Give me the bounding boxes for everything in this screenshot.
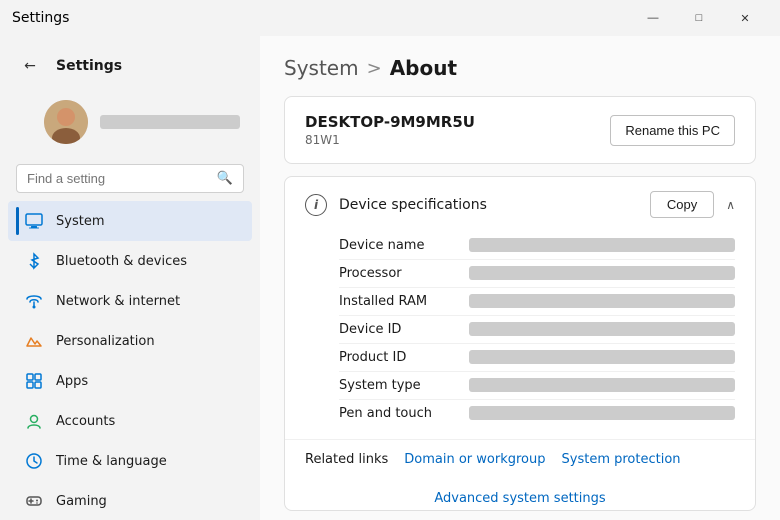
rename-pc-button[interactable]: Rename this PC [610, 115, 735, 146]
sidebar-item-system[interactable]: System [8, 201, 252, 241]
search-icon: 🔍 [217, 171, 233, 186]
titlebar-controls: — □ ✕ [630, 2, 768, 34]
table-row: System type [339, 371, 735, 399]
sidebar-item-apps[interactable]: Apps [8, 361, 252, 401]
sidebar-item-system-label: System [56, 214, 104, 229]
table-row: Pen and touch [339, 399, 735, 427]
network-icon [24, 291, 44, 311]
search-input[interactable] [27, 171, 209, 186]
close-button[interactable]: ✕ [722, 2, 768, 34]
spec-label-ram: Installed RAM [339, 294, 469, 309]
maximize-button[interactable]: □ [676, 2, 722, 34]
sidebar-item-apps-label: Apps [56, 374, 88, 389]
search-box[interactable]: 🔍 [16, 164, 244, 193]
pc-id: 81W1 [305, 133, 475, 147]
table-row: Processor [339, 259, 735, 287]
table-row: Device name [339, 232, 735, 259]
sidebar-item-personalization-label: Personalization [56, 334, 155, 349]
system-protection-link[interactable]: System protection [562, 452, 681, 467]
personalization-icon [24, 331, 44, 351]
gaming-icon [24, 491, 44, 511]
sidebar-item-network-label: Network & internet [56, 294, 180, 309]
main-content: System > About DESKTOP-9M9MR5U 81W1 Rena… [260, 36, 780, 520]
spec-value-device-id [469, 322, 735, 336]
sidebar-header: ← Settings [0, 44, 260, 92]
spec-label-processor: Processor [339, 266, 469, 281]
spec-label-pen-touch: Pen and touch [339, 406, 469, 421]
breadcrumb-separator: > [367, 58, 382, 79]
info-icon: i [305, 194, 327, 216]
table-row: Device ID [339, 315, 735, 343]
back-button[interactable]: ← [16, 52, 44, 80]
advanced-system-settings[interactable]: Advanced system settings [285, 483, 755, 510]
related-links: Related links Domain or workgroup System… [285, 439, 755, 483]
sidebar-item-gaming[interactable]: Gaming [8, 481, 252, 520]
domain-workgroup-link[interactable]: Domain or workgroup [404, 452, 545, 467]
breadcrumb-current: About [390, 56, 457, 80]
time-icon [24, 451, 44, 471]
content-area: ← Settings 🔍 [0, 36, 780, 520]
spec-value-processor [469, 266, 735, 280]
sidebar-user [0, 92, 260, 160]
search-container: 🔍 [0, 160, 260, 201]
pc-name: DESKTOP-9M9MR5U [305, 113, 475, 131]
spec-value-system-type [469, 378, 735, 392]
spec-label-device-name: Device name [339, 238, 469, 253]
device-specs-card: i Device specifications Copy ∧ Device na… [284, 176, 756, 511]
settings-window: Settings — □ ✕ ← Settings [0, 0, 780, 520]
sidebar-item-network[interactable]: Network & internet [8, 281, 252, 321]
sidebar-item-bluetooth-label: Bluetooth & devices [56, 254, 187, 269]
apps-icon [24, 371, 44, 391]
avatar-image [44, 100, 88, 144]
device-specs-copy-button[interactable]: Copy [650, 191, 714, 218]
accounts-icon [24, 411, 44, 431]
minimize-button[interactable]: — [630, 2, 676, 34]
related-links-label: Related links [305, 452, 388, 467]
sidebar-item-bluetooth[interactable]: Bluetooth & devices [8, 241, 252, 281]
pc-info: DESKTOP-9M9MR5U 81W1 [305, 113, 475, 147]
app-title: Settings [56, 58, 122, 74]
breadcrumb: System > About [284, 56, 756, 80]
titlebar: Settings — □ ✕ [0, 0, 780, 36]
sidebar-item-time[interactable]: Time & language [8, 441, 252, 481]
chevron-up-icon: ∧ [726, 198, 735, 212]
device-specs-header[interactable]: i Device specifications Copy ∧ [285, 177, 755, 232]
sidebar-item-accounts-label: Accounts [56, 414, 115, 429]
spec-value-ram [469, 294, 735, 308]
user-name [100, 115, 240, 129]
spec-label-device-id: Device ID [339, 322, 469, 337]
titlebar-left: Settings [12, 10, 69, 26]
breadcrumb-parent: System [284, 56, 359, 80]
system-icon [24, 211, 44, 231]
sidebar-item-gaming-label: Gaming [56, 494, 107, 509]
section-header-left: i Device specifications [305, 194, 487, 216]
bluetooth-icon [24, 251, 44, 271]
sidebar-item-time-label: Time & language [56, 454, 167, 469]
pc-header-card: DESKTOP-9M9MR5U 81W1 Rename this PC [284, 96, 756, 164]
spec-label-product-id: Product ID [339, 350, 469, 365]
advanced-system-settings-link[interactable]: Advanced system settings [434, 491, 605, 506]
sidebar-item-accounts[interactable]: Accounts [8, 401, 252, 441]
titlebar-title: Settings [12, 10, 69, 26]
spec-value-pen-touch [469, 406, 735, 420]
sidebar: ← Settings 🔍 [0, 36, 260, 520]
section-header-right: Copy ∧ [650, 191, 735, 218]
sidebar-item-personalization[interactable]: Personalization [8, 321, 252, 361]
device-specs-title: Device specifications [339, 197, 487, 213]
spec-table: Device name Processor Installed RAM Devi… [285, 232, 755, 439]
avatar [44, 100, 88, 144]
table-row: Installed RAM [339, 287, 735, 315]
spec-value-product-id [469, 350, 735, 364]
table-row: Product ID [339, 343, 735, 371]
spec-label-system-type: System type [339, 378, 469, 393]
spec-value-device-name [469, 238, 735, 252]
